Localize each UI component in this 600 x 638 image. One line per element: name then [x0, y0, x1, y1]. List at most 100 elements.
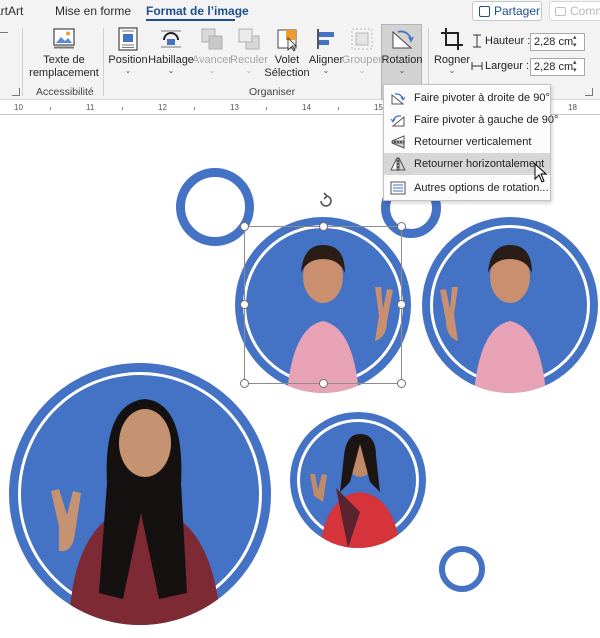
- resize-handle-top-right[interactable]: [397, 222, 406, 231]
- width-icon: [471, 62, 483, 70]
- comment-icon: [555, 6, 566, 16]
- chevron-down-icon: ⌄: [398, 66, 406, 75]
- resize-handle-bottom-right[interactable]: [397, 379, 406, 388]
- ruler-tick: [122, 107, 123, 110]
- menu-item-rotate-left[interactable]: Faire pivoter à gauche de 90°: [384, 109, 558, 131]
- rotation-handle-icon[interactable]: [317, 192, 335, 210]
- resize-handle-top-left[interactable]: [240, 222, 249, 231]
- alt-text-line1: Texte de: [43, 54, 85, 66]
- person-figure-icon: [440, 245, 546, 393]
- ruler-number: 15: [374, 103, 383, 112]
- ruler-number: 13: [230, 103, 239, 112]
- rotate-left-icon: [390, 115, 405, 127]
- group-label-accessibility: Accessibilité: [36, 86, 94, 98]
- flip-vertical-icon: [391, 135, 405, 149]
- width-row: Largeur :: [471, 59, 529, 73]
- ruler-number: 14: [302, 103, 311, 112]
- menu-item-more-rotation-options[interactable]: Autres options de rotation...: [384, 177, 550, 199]
- chevron-down-icon: ⌄: [124, 66, 132, 75]
- ruler-number: 10: [14, 103, 23, 112]
- menu-item-flip-vertical[interactable]: Retourner verticalement: [384, 131, 550, 153]
- rotate-dropdown-menu: Faire pivoter à droite de 90° Faire pivo…: [383, 84, 558, 201]
- dialog-launcher[interactable]: [12, 88, 20, 96]
- share-label: Partager: [494, 4, 541, 18]
- send-backward-button[interactable]: Reculer ⌄: [230, 26, 268, 75]
- resize-handle-right[interactable]: [397, 300, 406, 309]
- group-label-arrange: Organiser: [249, 86, 296, 98]
- active-tab-indicator: [146, 19, 235, 21]
- selection-pane-icon: [277, 29, 297, 52]
- ribbon-tab-bar: artArt Mise en forme Format de l’image P…: [0, 0, 600, 22]
- flip-horizontal-icon: [390, 157, 406, 171]
- rotate-right-icon: [391, 93, 406, 105]
- ruler-tick: [50, 107, 51, 110]
- circle-photo-woman-long-hair[interactable]: [9, 363, 271, 625]
- circle-photo-woman-red-top[interactable]: [290, 412, 426, 548]
- height-spinner[interactable]: ▴ ▾: [573, 34, 583, 50]
- crop-button[interactable]: Rogner ⌄: [433, 26, 471, 75]
- menu-item-label: Autres options de rotation...: [414, 182, 549, 194]
- selection-frame: [244, 226, 402, 384]
- selection-pane-line1: Volet: [274, 54, 300, 66]
- height-row: Hauteur :: [471, 34, 530, 48]
- group-objects-icon: [351, 28, 373, 50]
- person-figure-icon: [51, 399, 221, 625]
- tab-smartart[interactable]: artArt: [0, 4, 23, 18]
- collapsed-control[interactable]: [0, 32, 8, 42]
- more-rotation-options-icon: [390, 181, 406, 195]
- rotate-icon: [392, 30, 414, 49]
- rotate-button[interactable]: Rotation ⌄: [382, 26, 423, 75]
- crop-icon: [441, 28, 463, 50]
- wrap-text-icon: [161, 30, 181, 48]
- share-button[interactable]: Partager: [472, 1, 542, 21]
- align-button[interactable]: Aligner ⌄: [308, 26, 344, 75]
- height-icon: [473, 34, 481, 48]
- ruler-tick: [266, 107, 267, 110]
- bring-forward-icon: [201, 28, 223, 50]
- size-dialog-launcher[interactable]: [585, 88, 593, 96]
- alt-text-line2: remplacement: [29, 67, 99, 79]
- group-separator: [103, 28, 104, 96]
- selection-pane-button[interactable]: Volet Sélection: [264, 26, 310, 80]
- position-button[interactable]: Position ⌄: [108, 26, 148, 75]
- chevron-down-icon: ⌄: [322, 66, 330, 75]
- chevron-down-icon: ⌄: [245, 66, 253, 75]
- ruler-tick: [194, 107, 195, 110]
- ruler-number: 18: [568, 103, 577, 112]
- chevron-down-icon: ⌄: [208, 66, 216, 75]
- mouse-pointer-icon: [534, 163, 548, 183]
- align-icon: [317, 29, 334, 49]
- group-objects-button[interactable]: Grouper ⌄: [342, 26, 382, 75]
- tab-format-image[interactable]: Format de l’image: [146, 4, 249, 18]
- alt-text-icon: [53, 28, 75, 49]
- tab-mise-en-forme[interactable]: Mise en forme: [55, 4, 131, 18]
- bring-forward-button[interactable]: Avancer ⌄: [192, 26, 232, 75]
- wrap-text-button[interactable]: Habillage ⌄: [148, 26, 194, 75]
- chevron-down-icon: ⌄: [167, 66, 175, 75]
- circle-photo-woman-peace-sign-flipped[interactable]: [422, 217, 598, 393]
- menu-item-label: Retourner verticalement: [414, 136, 532, 148]
- resize-handle-left[interactable]: [240, 300, 249, 309]
- width-label: Largeur :: [485, 60, 530, 72]
- resize-handle-bottom[interactable]: [319, 379, 328, 388]
- resize-handle-bottom-left[interactable]: [240, 379, 249, 388]
- share-icon: [479, 5, 490, 17]
- position-icon: [118, 27, 138, 51]
- menu-item-rotate-right[interactable]: Faire pivoter à droite de 90°: [384, 87, 550, 109]
- width-spinner[interactable]: ▴ ▾: [573, 59, 583, 75]
- menu-item-label: Faire pivoter à gauche de 90°: [414, 114, 559, 126]
- alt-text-button[interactable]: Texte de remplacement: [29, 26, 99, 80]
- menu-separator: [414, 173, 550, 174]
- ruler-number: 12: [158, 103, 167, 112]
- menu-item-flip-horizontal[interactable]: Retourner horizontalement: [384, 153, 550, 175]
- resize-handle-top[interactable]: [319, 222, 328, 231]
- height-label: Hauteur :: [485, 35, 531, 47]
- menu-item-label: Retourner horizontalement: [414, 158, 545, 170]
- comments-label: Comm: [570, 4, 600, 18]
- chevron-down-icon: ⌄: [358, 66, 366, 75]
- blue-ring-shape[interactable]: [439, 546, 485, 592]
- group-separator: [22, 28, 23, 96]
- comments-button[interactable]: Comm: [549, 1, 600, 21]
- menu-item-label: Faire pivoter à droite de 90°: [414, 92, 550, 104]
- ruler-tick: [338, 107, 339, 110]
